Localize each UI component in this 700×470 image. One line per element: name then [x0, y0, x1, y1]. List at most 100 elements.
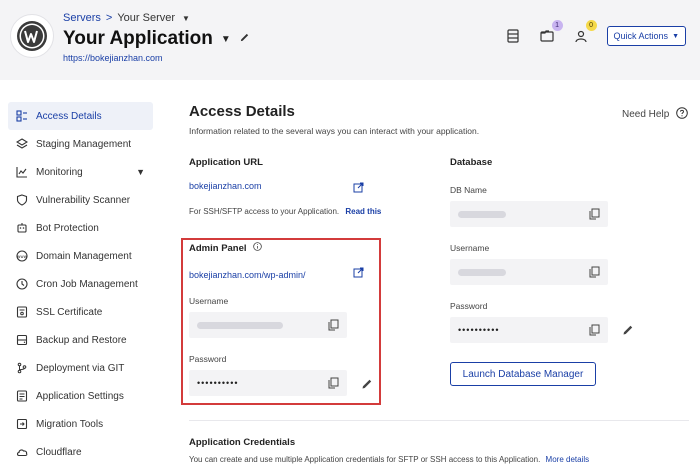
app-url-link[interactable]: https://bokejianzhan.com: [63, 53, 163, 63]
sidebar-item-label: Domain Management: [36, 250, 132, 262]
admin-panel-heading-text: Admin Panel: [189, 242, 247, 254]
sidebar-item-deployment-via-git[interactable]: Deployment via GIT: [8, 354, 153, 382]
edit-app-name-pencil-icon[interactable]: [239, 30, 250, 48]
sidebar-item-staging-management[interactable]: Staging Management: [8, 130, 153, 158]
copy-icon[interactable]: [328, 319, 339, 331]
redacted-value: [197, 321, 283, 329]
sidebar-item-application-settings[interactable]: Application Settings: [8, 382, 153, 410]
sidebar-item-label: Access Details: [36, 110, 102, 122]
wordpress-logo[interactable]: [10, 14, 54, 58]
application-credentials-description: You can create and use multiple Applicat…: [189, 455, 589, 464]
info-icon[interactable]: [252, 242, 262, 254]
db-username-label: Username: [450, 243, 490, 253]
copy-icon[interactable]: [328, 377, 339, 389]
app-header: Servers > Your Server ▼ Your Application…: [0, 0, 700, 80]
admin-password-field[interactable]: ••••••••••: [189, 370, 347, 396]
backup-icon: [16, 334, 28, 346]
read-this-link[interactable]: Read this: [345, 207, 381, 216]
external-link-icon[interactable]: [353, 265, 364, 278]
ssh-sftp-note-text: For SSH/SFTP access to your Application.: [189, 207, 340, 216]
sidebar-item-cron-job-management[interactable]: Cron Job Management: [8, 270, 153, 298]
sidebar-item-label: Backup and Restore: [36, 334, 127, 346]
help-icon: [676, 107, 689, 122]
application-url-heading: Application URL: [189, 157, 263, 168]
edit-db-password-pencil-icon[interactable]: [622, 323, 634, 335]
quick-actions-button[interactable]: Quick Actions ▼: [606, 26, 686, 46]
notifications-badge: 1: [551, 20, 563, 31]
user-badge: 0: [585, 20, 597, 31]
layers-icon: [16, 138, 28, 150]
section-description: Information related to the several ways …: [189, 126, 480, 136]
db-password-label: Password: [450, 301, 488, 311]
sidebar-item-access-details[interactable]: Access Details: [8, 102, 153, 130]
need-help-label: Need Help: [622, 109, 670, 120]
breadcrumb-servers[interactable]: Servers: [63, 12, 101, 24]
sidebar-item-label: SSL Certificate: [36, 306, 103, 318]
svg-text:www: www: [17, 254, 28, 259]
admin-username-label: Username: [189, 296, 229, 306]
sidebar-item-label: Application Settings: [36, 390, 124, 402]
notifications-icon[interactable]: 1: [539, 20, 563, 44]
sidebar-item-label: Bot Protection: [36, 222, 99, 234]
sidebar-item-backup-and-restore[interactable]: Backup and Restore: [8, 326, 153, 354]
sidebar-item-ssl-certificate[interactable]: SSL Certificate: [8, 298, 153, 326]
copy-icon[interactable]: [589, 266, 600, 278]
ssh-sftp-note: For SSH/SFTP access to your Application.…: [189, 207, 381, 216]
sidebar-item-cloudflare[interactable]: Cloudflare: [8, 438, 153, 466]
admin-username-field[interactable]: [189, 312, 347, 338]
sidebar-item-bot-protection[interactable]: Bot Protection: [8, 214, 153, 242]
sidebar-item-domain-management[interactable]: www Domain Management: [8, 242, 153, 270]
edit-admin-password-pencil-icon[interactable]: [361, 377, 373, 389]
redacted-value: [458, 210, 506, 218]
quick-actions-label: Quick Actions: [613, 31, 669, 41]
db-name-label: DB Name: [450, 185, 487, 195]
user-icon[interactable]: 0: [573, 20, 597, 44]
breadcrumb-server[interactable]: Your Server: [117, 12, 175, 24]
application-credentials-heading: Application Credentials: [189, 437, 296, 448]
chevron-down-icon[interactable]: ▼: [136, 167, 145, 177]
credentials-description-text: You can create and use multiple Applicat…: [189, 455, 541, 464]
launch-database-manager-button[interactable]: Launch Database Manager: [450, 362, 596, 386]
sidebar-item-vulnerability-scanner[interactable]: Vulnerability Scanner: [8, 186, 153, 214]
clock-icon: [16, 278, 28, 290]
sidebar-item-label: Deployment via GIT: [36, 362, 125, 374]
db-password-value: ••••••••••: [458, 325, 500, 335]
external-link-icon[interactable]: [353, 180, 364, 193]
sidebar-item-monitoring[interactable]: Monitoring ▼: [8, 158, 153, 186]
chevron-down-icon: ▼: [672, 32, 679, 40]
admin-panel-heading: Admin Panel: [189, 242, 262, 254]
sidebar-item-label: Cron Job Management: [36, 278, 138, 290]
migration-icon: [16, 418, 28, 430]
need-help-link[interactable]: Need Help: [622, 107, 689, 122]
breadcrumb: Servers > Your Server ▼: [63, 12, 190, 24]
sidebar-item-label: Migration Tools: [36, 418, 104, 430]
sidebar-item-label: Vulnerability Scanner: [36, 194, 131, 206]
admin-password-label: Password: [189, 354, 227, 364]
application-url-link[interactable]: bokejianzhan.com: [189, 181, 262, 191]
app-switcher-chevron-icon[interactable]: ▼: [221, 34, 231, 45]
wordpress-icon: [17, 21, 47, 51]
copy-icon[interactable]: [589, 324, 600, 336]
chart-line-icon: [16, 166, 28, 178]
more-details-link[interactable]: More details: [546, 455, 590, 464]
breadcrumb-separator: >: [105, 12, 113, 24]
db-name-field[interactable]: [450, 201, 608, 227]
sidebar-item-migration-tools[interactable]: Migration Tools: [8, 410, 153, 438]
cloud-icon: [16, 446, 28, 458]
access-details-icon: [16, 110, 28, 122]
server-list-icon[interactable]: [505, 28, 521, 44]
database-heading: Database: [450, 157, 493, 168]
admin-panel-url-link[interactable]: bokejianzhan.com/wp-admin/: [189, 270, 306, 280]
chevron-down-icon[interactable]: ▼: [182, 14, 190, 23]
section-title: Access Details: [189, 103, 295, 120]
copy-icon[interactable]: [589, 208, 600, 220]
settings-icon: [16, 390, 28, 402]
section-divider: [189, 420, 689, 421]
bot-icon: [16, 222, 28, 234]
git-icon: [16, 362, 28, 374]
header-actions: 1 0 Quick Actions ▼: [505, 20, 686, 46]
certificate-icon: [16, 306, 28, 318]
app-title-row: Your Application ▼: [63, 28, 250, 50]
db-username-field[interactable]: [450, 259, 608, 285]
db-password-field[interactable]: ••••••••••: [450, 317, 608, 343]
